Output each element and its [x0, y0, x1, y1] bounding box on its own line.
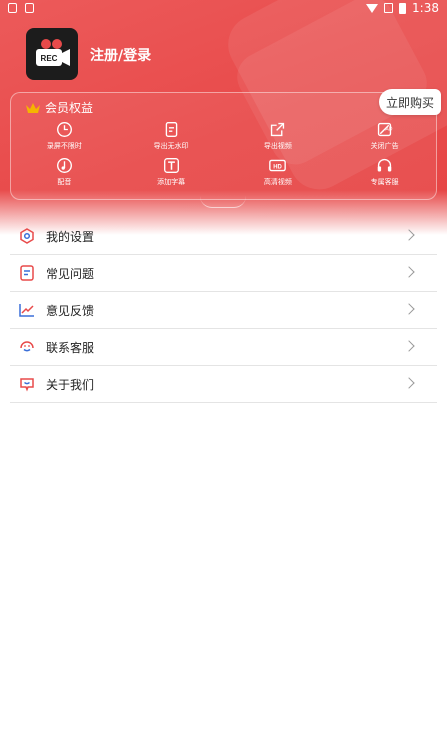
perk-label: 配音 [57, 178, 72, 186]
login-link[interactable]: 注册/登录 [90, 45, 151, 65]
perk-grid: 录屏不限时 导出无水印 导出视频 AD 关闭广告 配音 添加字幕 HD 高清视频 [11, 121, 438, 187]
camera-icon: REC [36, 39, 70, 66]
notification-icon [8, 3, 17, 13]
perk-item[interactable]: HD 高清视频 [225, 157, 332, 187]
svg-text:AD: AD [385, 126, 392, 132]
ad-icon: AD [377, 122, 393, 137]
status-notifications [8, 3, 34, 13]
perk-item[interactable]: 配音 [11, 157, 118, 187]
wifi-icon [366, 3, 379, 13]
menu-label: 常见问题 [46, 266, 95, 281]
headset-icon [377, 158, 392, 172]
app-logo[interactable]: REC [26, 28, 78, 80]
perk-item[interactable]: 录屏不限时 [11, 121, 118, 151]
perk-item[interactable]: 导出无水印 [118, 121, 225, 151]
vip-title-text: 会员权益 [45, 101, 94, 115]
crown-icon [26, 102, 40, 113]
settings-menu: 我的设置 常见问题 意见反馈 联系客服 关于我们 [0, 218, 447, 403]
faq-icon [18, 264, 36, 282]
chevron-right-icon [403, 340, 415, 352]
settings-icon [18, 227, 36, 245]
perk-label: 添加字幕 [157, 178, 186, 186]
perk-item[interactable]: AD 关闭广告 [331, 121, 438, 151]
document-icon [165, 122, 177, 137]
music-icon [56, 158, 72, 173]
status-bar: 1:38 [0, 0, 447, 18]
svg-text:REC: REC [41, 54, 58, 63]
menu-label: 意见反馈 [46, 303, 95, 318]
chevron-right-icon [403, 303, 415, 315]
menu-item-faq[interactable]: 常见问题 [10, 255, 437, 292]
perk-label: 录屏不限时 [46, 142, 82, 150]
perk-item[interactable]: 添加字幕 [118, 157, 225, 187]
perk-item[interactable]: 导出视频 [225, 121, 332, 151]
chevron-right-icon [403, 266, 415, 278]
menu-item-about[interactable]: 关于我们 [10, 366, 437, 403]
perk-item[interactable]: 专属客服 [331, 157, 438, 187]
battery-icon [399, 2, 407, 14]
service-icon [18, 338, 36, 356]
card-notch [200, 196, 246, 208]
perk-label: 导出无水印 [153, 142, 189, 150]
signal-icon [384, 3, 394, 13]
clock-icon [56, 122, 72, 137]
menu-label: 联系客服 [46, 340, 95, 355]
status-system: 1:38 [366, 1, 439, 15]
perk-label: 关闭广告 [370, 142, 399, 150]
clock: 1:38 [412, 1, 439, 15]
svg-text:HD: HD [274, 164, 283, 170]
feedback-icon [18, 301, 36, 319]
perk-label: 专属客服 [370, 178, 399, 186]
hd-icon: HD [269, 159, 287, 172]
perk-label: 导出视频 [263, 142, 292, 150]
vip-benefits-card: 会员权益 录屏不限时 导出无水印 导出视频 AD 关闭广告 配音 添加字幕 HD [10, 92, 437, 200]
text-icon [163, 158, 179, 173]
menu-item-settings[interactable]: 我的设置 [10, 218, 437, 255]
menu-item-service[interactable]: 联系客服 [10, 329, 437, 366]
perk-label: 高清视频 [263, 178, 292, 186]
menu-label: 关于我们 [46, 377, 95, 392]
chevron-right-icon [403, 229, 415, 241]
menu-label: 我的设置 [46, 229, 95, 244]
buy-now-button[interactable]: 立即购买 [379, 89, 441, 115]
menu-item-feedback[interactable]: 意见反馈 [10, 292, 437, 329]
export-icon [271, 122, 285, 137]
notification-icon [25, 3, 34, 13]
vip-title: 会员权益 [25, 99, 93, 116]
chevron-right-icon [403, 377, 415, 389]
about-icon [18, 375, 36, 393]
